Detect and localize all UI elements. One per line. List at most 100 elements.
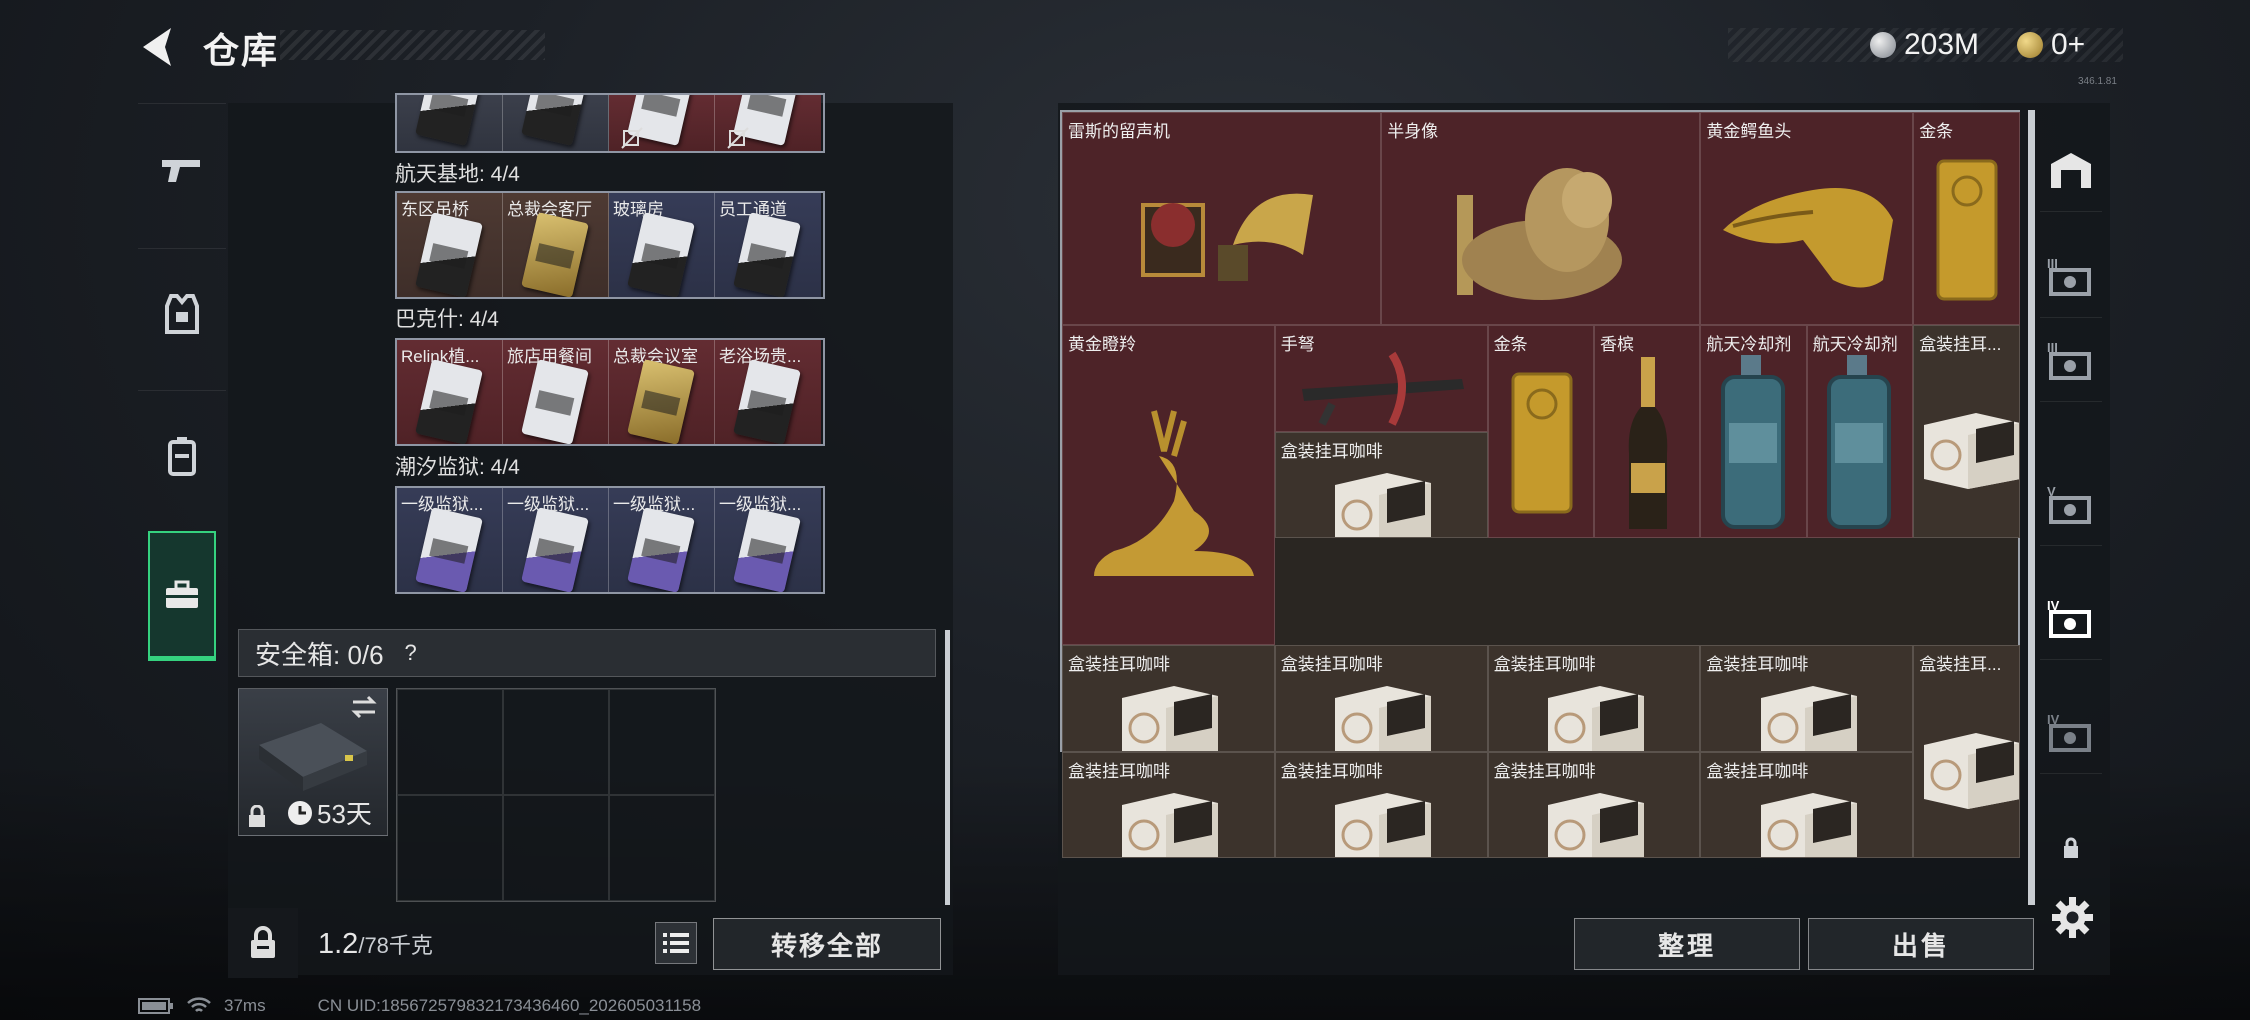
item-cell[interactable]: 雷斯的留声机: [1062, 112, 1382, 326]
item-cell[interactable]: 盒装挂耳咖啡: [1274, 751, 1488, 859]
group-label: 航天基地: 4/4: [395, 163, 520, 186]
item-name: 半身像: [1387, 122, 1439, 141]
tab-weapons[interactable]: [138, 103, 226, 233]
tab-storage-v[interactable]: V: [2040, 462, 2102, 546]
storage-iii-icon: III: [2047, 340, 2091, 380]
tank-image: [1715, 353, 1795, 538]
page-title: 仓库: [203, 30, 280, 71]
item-cell[interactable]: 半身像: [1381, 112, 1701, 326]
tab-storage-iii-a[interactable]: III: [2040, 234, 2102, 318]
item-name: 航天冷却剂: [1706, 335, 1792, 355]
empty-slot[interactable]: [397, 795, 503, 901]
currency-premium[interactable]: 0+: [2017, 28, 2085, 62]
item-name: 盒装挂耳...: [1919, 655, 2002, 674]
key-row-3: 一级监狱... 一级监狱... 一级监狱... 一级监狱...: [395, 486, 825, 594]
key-card[interactable]: 总裁会议室: [609, 340, 715, 444]
tab-storage-iv-active[interactable]: IV: [2040, 576, 2102, 660]
safebox-item[interactable]: 53天: [238, 688, 388, 836]
item-cell[interactable]: 盒装挂耳咖啡: [1700, 645, 1914, 752]
tab-storage-iii-b[interactable]: III: [2040, 318, 2102, 402]
key-card-list: 航天基地: 4/4 东区吊桥 总裁会客厅 玻璃房 员工通道 巴克什: 4/4 R…: [395, 93, 825, 601]
keycard-image: [415, 95, 483, 146]
sort-button[interactable]: 整理: [1574, 918, 1800, 970]
item-name: 黄金鳄鱼头: [1706, 122, 1792, 141]
back-arrow-icon[interactable]: [135, 22, 185, 72]
empty-slot[interactable]: [609, 795, 715, 901]
item-cell[interactable]: 手弩: [1274, 325, 1488, 432]
goldbar-image: [1932, 155, 2002, 310]
key-card[interactable]: [503, 95, 609, 151]
warehouse-grid: 雷斯的留声机 半身像 黄金鳄鱼头 金条 黄金瞪羚 手弩 金条 香槟 航天冷却剂 航天冷却剂 盒装挂耳…: [1060, 110, 2020, 859]
right-scrollbar[interactable]: [2028, 110, 2035, 905]
box-image: [1540, 668, 1650, 751]
key-card[interactable]: 老浴场贵...: [715, 340, 821, 444]
list-icon: [663, 933, 689, 953]
box-image: [1540, 775, 1650, 858]
key-card[interactable]: 员工通道: [715, 193, 821, 297]
settings-gear-icon[interactable]: [2050, 895, 2095, 940]
key-card[interactable]: 玻璃房: [609, 193, 715, 297]
tab-locked[interactable]: [2040, 806, 2102, 890]
item-name: 盒装挂耳咖啡: [1493, 655, 1596, 674]
item-cell[interactable]: 航天冷却剂: [1700, 325, 1807, 539]
box-image: [1916, 395, 2019, 495]
sell-button[interactable]: 出售: [1808, 918, 2034, 970]
status-bar: 37ms CN UID:18567257983217343646​0_20260…: [138, 996, 701, 1016]
safebox-case-image: [259, 723, 367, 791]
item-name: 盒装挂耳咖啡: [1068, 655, 1170, 674]
key-card[interactable]: 旅店用餐间: [503, 340, 609, 444]
key-card[interactable]: 东区吊桥: [397, 193, 503, 297]
item-cell[interactable]: 盒装挂耳咖啡: [1062, 645, 1275, 752]
list-view-button[interactable]: [655, 922, 697, 964]
keycard-image: [521, 212, 589, 297]
key-card[interactable]: 一级监狱...: [503, 488, 609, 592]
tab-storage-iv[interactable]: IV: [2040, 690, 2102, 774]
item-cell[interactable]: 盒装挂耳...: [1913, 325, 2020, 539]
tab-safebox[interactable]: [148, 531, 216, 661]
item-cell[interactable]: 香槟: [1594, 325, 1701, 539]
left-category-tabs: [138, 103, 226, 690]
help-icon[interactable]: ?: [394, 636, 428, 670]
item-name: 盒装挂耳咖啡: [1068, 761, 1170, 781]
item-cell[interactable]: 黄金鳄鱼头: [1700, 112, 1914, 326]
empty-slot[interactable]: [503, 795, 609, 901]
item-cell[interactable]: 盒装挂耳咖啡: [1274, 431, 1488, 539]
empty-slot[interactable]: [609, 689, 715, 795]
item-cell[interactable]: 盒装挂耳咖啡: [1700, 751, 1914, 859]
key-card[interactable]: [609, 95, 715, 151]
currency-coins[interactable]: 203M: [1870, 28, 1979, 62]
key-row-1: 东区吊桥 总裁会客厅 玻璃房 员工通道: [395, 191, 825, 299]
item-cell[interactable]: 盒装挂耳咖啡: [1487, 645, 1701, 752]
item-cell[interactable]: 航天冷却剂: [1806, 325, 1914, 539]
item-cell[interactable]: 金条: [1487, 325, 1594, 539]
key-card[interactable]: 总裁会客厅: [503, 193, 609, 297]
transfer-all-button[interactable]: 转移全部: [713, 918, 941, 970]
tab-armor[interactable]: [138, 248, 226, 378]
item-cell[interactable]: 黄金瞪羚: [1062, 325, 1275, 645]
empty-slot[interactable]: [397, 689, 503, 795]
storage-iv-icon: IV: [2047, 712, 2091, 752]
item-name: 雷斯的留声机: [1068, 122, 1170, 141]
clock-icon: [288, 800, 312, 825]
item-cell[interactable]: 盒装挂耳...: [1913, 645, 2020, 859]
lock-button[interactable]: [228, 908, 298, 978]
key-card[interactable]: 一级监狱...: [715, 488, 821, 592]
key-card[interactable]: 一级监狱...: [397, 488, 503, 592]
keycard-image: [627, 359, 695, 444]
item-cell[interactable]: 盒装挂耳咖啡: [1062, 751, 1275, 859]
keycard-image: [733, 507, 801, 592]
left-scrollbar[interactable]: [945, 630, 950, 905]
item-cell[interactable]: 盒装挂耳咖啡: [1274, 645, 1488, 752]
not-usable-icon: [621, 127, 643, 149]
key-card[interactable]: 一级监狱...: [609, 488, 715, 592]
key-card[interactable]: Relink植...: [397, 340, 503, 444]
item-cell[interactable]: 盒装挂耳咖啡: [1487, 751, 1701, 859]
key-card[interactable]: [715, 95, 821, 151]
key-card[interactable]: [397, 95, 503, 151]
tab-backpack[interactable]: [138, 390, 226, 520]
item-name: 金条: [1493, 335, 1528, 355]
item-cell[interactable]: 金条: [1913, 112, 2020, 326]
empty-slot[interactable]: [503, 689, 609, 795]
tab-warehouse[interactable]: [2040, 128, 2102, 212]
item-name: 盒装挂耳咖啡: [1706, 655, 1809, 674]
